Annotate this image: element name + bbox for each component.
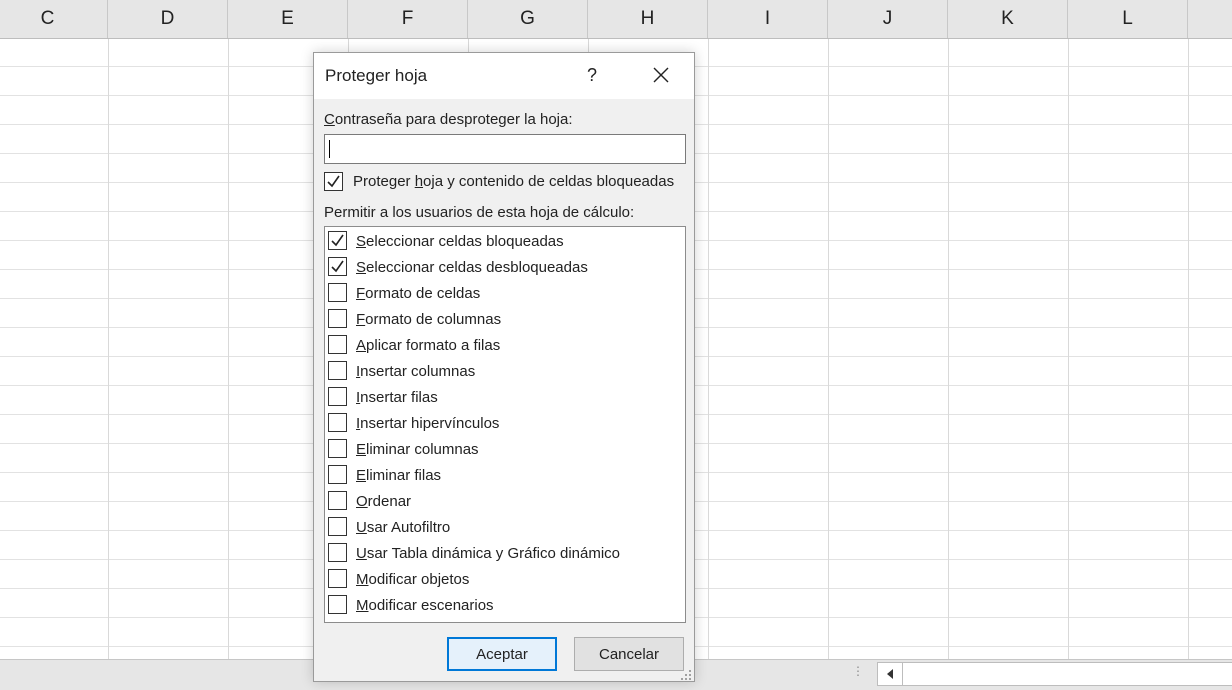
list-item-sort[interactable]: Ordenar — [325, 488, 685, 514]
checkmark-icon — [331, 260, 344, 273]
permission-checkbox[interactable] — [328, 517, 347, 536]
list-item-insert-hyperlinks[interactable]: Insertar hipervínculos — [325, 410, 685, 436]
permission-checkbox[interactable] — [328, 309, 347, 328]
list-item-format-rows[interactable]: Aplicar formato a filas — [325, 332, 685, 358]
permission-label: Insertar columnas — [356, 363, 476, 380]
permission-label: Seleccionar celdas bloqueadas — [356, 233, 564, 250]
permission-label: Insertar filas — [356, 389, 438, 406]
close-button[interactable] — [644, 59, 678, 91]
column-header-h[interactable]: H — [588, 0, 708, 38]
column-header-i[interactable]: I — [708, 0, 828, 38]
scroll-left-icon[interactable] — [878, 663, 903, 685]
permission-label: Formato de columnas — [356, 311, 502, 328]
permission-label: Insertar hipervínculos — [356, 415, 500, 432]
column-header-j[interactable]: J — [828, 0, 948, 38]
permission-label: Ordenar — [356, 493, 412, 510]
permission-checkbox[interactable] — [328, 491, 347, 510]
list-item-edit-scenarios[interactable]: Modificar escenarios — [325, 592, 685, 618]
protect-sheet-label[interactable]: Proteger hoja y contenido de celdas bloq… — [353, 173, 674, 190]
permission-label: Aplicar formato a filas — [356, 337, 501, 354]
dialog-title: Proteger hoja — [325, 66, 428, 85]
permission-checkbox[interactable] — [328, 413, 347, 432]
help-button[interactable]: ? — [578, 61, 606, 89]
column-header-g[interactable]: G — [468, 0, 588, 38]
text-caret — [329, 140, 330, 158]
permission-checkbox[interactable] — [328, 387, 347, 406]
split-handle-icon[interactable]: ⋮ — [852, 665, 864, 684]
permission-label: Formato de celdas — [356, 285, 481, 302]
permission-checkbox[interactable] — [328, 439, 347, 458]
cancel-button[interactable]: Cancelar — [574, 637, 684, 671]
permission-checkbox[interactable] — [328, 231, 347, 250]
list-item-format-columns[interactable]: Formato de columnas — [325, 306, 685, 332]
column-header-c[interactable]: C — [0, 0, 108, 38]
resize-grip-icon[interactable] — [680, 669, 692, 681]
permission-checkbox[interactable] — [328, 361, 347, 380]
permission-label: Eliminar columnas — [356, 441, 479, 458]
column-header-d[interactable]: D — [108, 0, 228, 38]
list-item-pivot[interactable]: Usar Tabla dinámica y Gráfico dinámico — [325, 540, 685, 566]
column-header-l[interactable]: L — [1068, 0, 1188, 38]
permission-checkbox[interactable] — [328, 283, 347, 302]
permission-label: Usar Tabla dinámica y Gráfico dinámico — [356, 545, 621, 562]
permission-checkbox[interactable] — [328, 569, 347, 588]
list-item-edit-objects[interactable]: Modificar objetos — [325, 566, 685, 592]
permission-label: Modificar escenarios — [356, 597, 494, 614]
list-item-insert-columns[interactable]: Insertar columnas — [325, 358, 685, 384]
list-item-select-locked[interactable]: Seleccionar celdas bloqueadas — [325, 228, 685, 254]
column-header-f[interactable]: F — [348, 0, 468, 38]
dialog-titlebar[interactable]: Proteger hoja ? — [314, 53, 694, 99]
permission-label: Eliminar filas — [356, 467, 442, 484]
permission-label: Usar Autofiltro — [356, 519, 451, 536]
protect-sheet-dialog: Proteger hoja ? Contraseña para desprote… — [313, 52, 695, 682]
permission-label: Seleccionar celdas desbloqueadas — [356, 259, 588, 276]
checkmark-icon — [327, 175, 340, 188]
column-header-bar: C D E F G H I J K L — [0, 0, 1232, 39]
protect-sheet-checkbox[interactable] — [324, 172, 343, 191]
close-icon — [653, 67, 669, 83]
password-input[interactable] — [324, 134, 686, 164]
column-header-e[interactable]: E — [228, 0, 348, 38]
column-header-k[interactable]: K — [948, 0, 1068, 38]
list-item-delete-rows[interactable]: Eliminar filas — [325, 462, 685, 488]
password-label: Contraseña para desproteger la hoja: — [324, 111, 573, 128]
permission-checkbox[interactable] — [328, 465, 347, 484]
list-item-select-unlocked[interactable]: Seleccionar celdas desbloqueadas — [325, 254, 685, 280]
horizontal-scrollbar[interactable] — [877, 662, 1232, 686]
list-item-format-cells[interactable]: Formato de celdas — [325, 280, 685, 306]
ok-button[interactable]: Aceptar — [447, 637, 557, 671]
permission-checkbox[interactable] — [328, 335, 347, 354]
list-item-delete-columns[interactable]: Eliminar columnas — [325, 436, 685, 462]
permission-checkbox[interactable] — [328, 595, 347, 614]
permission-checkbox[interactable] — [328, 543, 347, 562]
checkmark-icon — [331, 234, 344, 247]
list-item-autofilter[interactable]: Usar Autofiltro — [325, 514, 685, 540]
list-item-insert-rows[interactable]: Insertar filas — [325, 384, 685, 410]
permissions-list[interactable]: Seleccionar celdas bloqueadas Selecciona… — [324, 226, 686, 623]
permission-label: Modificar objetos — [356, 571, 470, 588]
permission-checkbox[interactable] — [328, 257, 347, 276]
permit-users-label: Permitir a los usuarios de esta hoja de … — [324, 204, 635, 221]
